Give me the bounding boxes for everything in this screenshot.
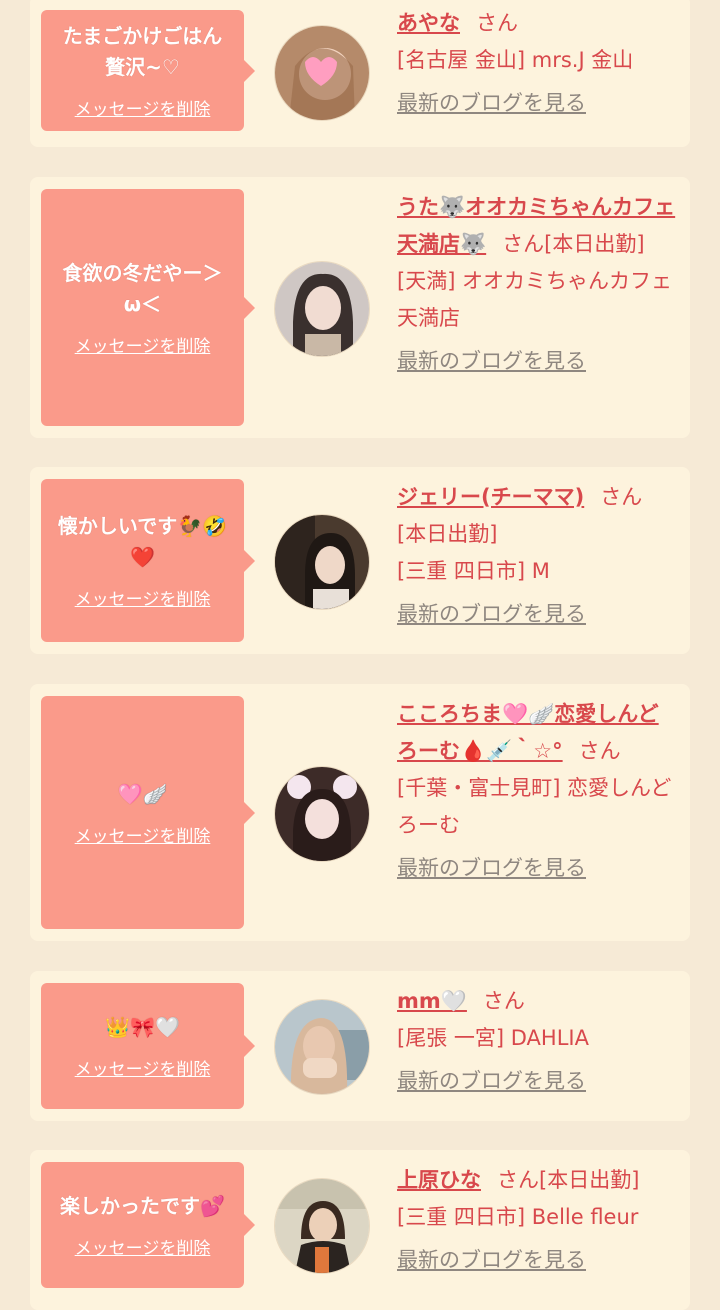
- avatar[interactable]: [274, 999, 370, 1095]
- shop-label: [名古屋 金山] mrs.J 金山: [397, 48, 634, 72]
- message-bubble: たまごかけごはん 贅沢~♡ メッセージを削除: [41, 10, 255, 131]
- latest-blog-link[interactable]: 最新のブログを見る: [397, 1242, 586, 1279]
- latest-blog-link[interactable]: 最新のブログを見る: [397, 1063, 586, 1100]
- message-text: 食欲の冬だやー＞ ω＜: [62, 261, 223, 316]
- delete-message-link[interactable]: メッセージを削除: [75, 1055, 211, 1080]
- profile-name-link[interactable]: あやな: [397, 11, 460, 35]
- message-bubble: 🩷🪽 メッセージを削除: [41, 696, 255, 929]
- message-text: 楽しかったです💕: [60, 1194, 225, 1218]
- profile-info: ジェリー(チーママ) さん [本日出勤] [三重 四日市] M 最新のブログを見る: [397, 479, 677, 633]
- message-card: 楽しかったです💕 メッセージを削除 上原ひな さん[本日出勤] [三重 四日市] …: [30, 1150, 690, 1310]
- latest-blog-link[interactable]: 最新のブログを見る: [397, 850, 586, 887]
- message-card: 🩷🪽 メッセージを削除 こころちま🩷🪽恋愛しんどろーむ🩸💉｀☆° さん [千葉・富…: [30, 684, 690, 941]
- delete-message-link[interactable]: メッセージを削除: [75, 585, 211, 610]
- latest-blog-link[interactable]: 最新のブログを見る: [397, 596, 586, 633]
- avatar[interactable]: [274, 1178, 370, 1274]
- message-text: 👑🎀🤍: [105, 1015, 180, 1039]
- status-label: [本日出勤]: [397, 522, 498, 546]
- avatar[interactable]: [274, 766, 370, 862]
- shop-label: [天満] オオカミちゃんカフェ天満店: [397, 269, 673, 330]
- message-card: 食欲の冬だやー＞ ω＜ メッセージを削除 うた🐺オオカミちゃんカフェ天満店🐺 さん…: [30, 177, 690, 438]
- message-bubble: 食欲の冬だやー＞ ω＜ メッセージを削除: [41, 189, 255, 426]
- message-text: たまごかけごはん 贅沢~♡: [62, 24, 223, 79]
- message-bubble: 👑🎀🤍 メッセージを削除: [41, 983, 255, 1109]
- profile-info: 上原ひな さん[本日出勤] [三重 四日市] Belle fleur 最新のブログ…: [397, 1162, 677, 1279]
- message-text: 🩷🪽: [117, 781, 168, 806]
- message-text: 懐かしいです🐓🤣 ❤️: [57, 514, 228, 569]
- delete-message-link[interactable]: メッセージを削除: [75, 332, 211, 357]
- shop-label: [尾張 一宮] DAHLIA: [397, 1026, 589, 1050]
- delete-message-link[interactable]: メッセージを削除: [75, 95, 211, 120]
- profile-name-link[interactable]: ジェリー(チーママ): [397, 485, 584, 509]
- honorific: さん[本日出勤]: [497, 1168, 640, 1192]
- profile-info: こころちま🩷🪽恋愛しんどろーむ🩸💉｀☆° さん [千葉・富士見町] 恋愛しんどろー…: [397, 696, 677, 887]
- message-card: 👑🎀🤍 メッセージを削除 mm🤍 さん [尾張 一宮] DAHLIA 最新のブログ…: [30, 971, 690, 1121]
- avatar[interactable]: [274, 25, 370, 121]
- latest-blog-link[interactable]: 最新のブログを見る: [397, 85, 586, 122]
- profile-name-link[interactable]: mm🤍: [397, 989, 467, 1013]
- message-card: たまごかけごはん 贅沢~♡ メッセージを削除 あやな さん [名古屋 金山] mr…: [30, 0, 690, 147]
- latest-blog-link[interactable]: 最新のブログを見る: [397, 343, 586, 380]
- shop-label: [千葉・富士見町] 恋愛しんどろーむ: [397, 776, 672, 837]
- honorific: さん[本日出勤]: [502, 232, 645, 256]
- honorific: さん: [476, 11, 518, 35]
- delete-message-link[interactable]: メッセージを削除: [75, 1234, 211, 1259]
- honorific: さん: [578, 739, 621, 763]
- avatar[interactable]: [274, 514, 370, 610]
- profile-info: mm🤍 さん [尾張 一宮] DAHLIA 最新のブログを見る: [397, 983, 677, 1100]
- profile-info: あやな さん [名古屋 金山] mrs.J 金山 最新のブログを見る: [397, 5, 677, 122]
- profile-name-link[interactable]: 上原ひな: [397, 1168, 481, 1192]
- avatar[interactable]: [274, 261, 370, 357]
- honorific: さん: [482, 989, 525, 1013]
- profile-info: うた🐺オオカミちゃんカフェ天満店🐺 さん[本日出勤] [天満] オオカミちゃんカフ…: [397, 189, 677, 380]
- message-card: 懐かしいです🐓🤣 ❤️ メッセージを削除 ジェリー(チーママ) さん [本日出勤]…: [30, 467, 690, 654]
- delete-message-link[interactable]: メッセージを削除: [75, 822, 211, 847]
- shop-label: [三重 四日市] M: [397, 559, 550, 583]
- message-bubble: 楽しかったです💕 メッセージを削除: [41, 1162, 255, 1288]
- honorific: さん: [600, 485, 643, 509]
- shop-label: [三重 四日市] Belle fleur: [397, 1205, 639, 1229]
- message-bubble: 懐かしいです🐓🤣 ❤️ メッセージを削除: [41, 479, 255, 642]
